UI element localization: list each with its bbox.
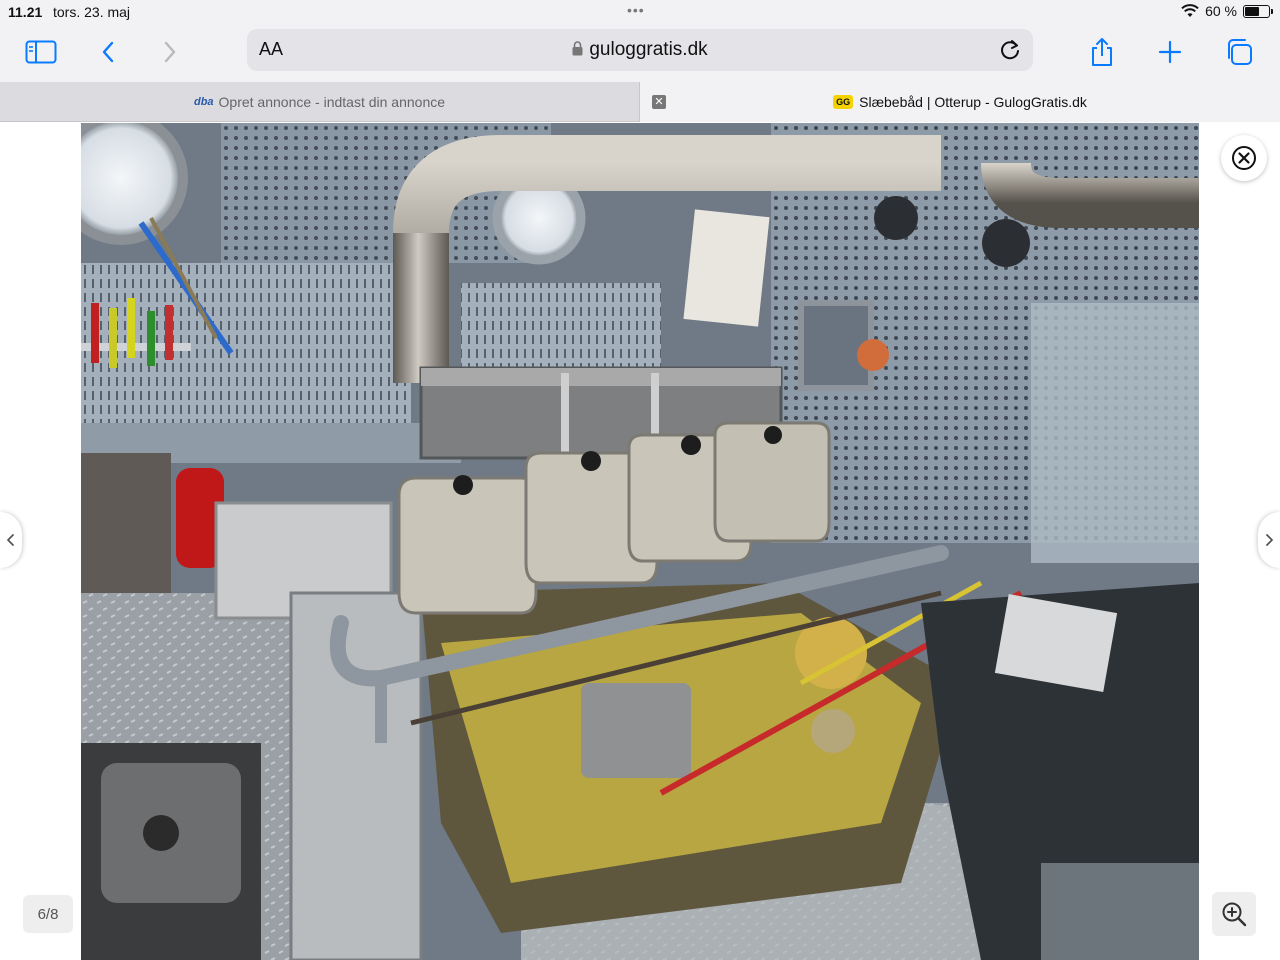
zoom-button[interactable]	[1212, 892, 1256, 936]
tab-dba[interactable]: dba Opret annonce - indtast din annonce	[0, 82, 640, 122]
battery-fill	[1245, 6, 1259, 16]
new-tab-button[interactable]	[1150, 32, 1190, 72]
chevron-left-icon	[7, 534, 14, 546]
status-indicators: 60 %	[1181, 3, 1273, 19]
plus-icon	[1158, 40, 1182, 64]
back-button[interactable]	[88, 32, 128, 72]
tab-close-icon[interactable]: ✕	[652, 95, 666, 109]
engine-room-photo[interactable]	[81, 123, 1199, 960]
close-viewer-button[interactable]	[1221, 135, 1267, 181]
status-time: 11.21	[8, 4, 43, 20]
forward-button[interactable]	[150, 32, 190, 72]
reload-button[interactable]	[997, 37, 1023, 63]
tab-guloggratis[interactable]: ✕ GG Slæbebåd | Otterup - GulogGratis.dk	[640, 82, 1280, 122]
sidebar-icon	[25, 40, 57, 64]
sidebar-button[interactable]	[21, 32, 61, 72]
share-button[interactable]	[1082, 32, 1122, 72]
status-bar: 11.21 tors. 23. maj ••• 60 %	[0, 0, 1280, 24]
multitasking-dots-icon[interactable]: •••	[627, 2, 645, 18]
browser-toolbar: AA guloggratis.dk	[0, 24, 1280, 82]
url-display[interactable]: guloggratis.dk	[247, 39, 1033, 61]
battery-percent: 60 %	[1205, 3, 1237, 19]
dba-favicon: dba	[193, 96, 214, 108]
tabs-icon	[1228, 39, 1252, 65]
previous-image-button[interactable]	[0, 512, 22, 568]
next-image-button[interactable]	[1258, 512, 1280, 568]
tab-title: Slæbebåd | Otterup - GulogGratis.dk	[859, 94, 1087, 110]
url-text: guloggratis.dk	[589, 39, 708, 60]
share-icon	[1092, 38, 1112, 66]
tab-bar: dba Opret annonce - indtast din annonce …	[0, 82, 1280, 122]
wifi-icon	[1181, 4, 1199, 17]
tab-title: Opret annonce - indtast din annonce	[218, 94, 446, 110]
gg-favicon: GG	[833, 95, 854, 109]
battery-icon	[1243, 4, 1273, 18]
chevron-right-icon	[164, 41, 176, 63]
status-date: tors. 23. maj	[53, 4, 131, 20]
image-counter: 6/8	[23, 895, 73, 933]
close-icon	[1232, 146, 1256, 170]
reload-icon	[1001, 40, 1019, 60]
image-viewer: 6/8	[0, 122, 1280, 960]
address-bar[interactable]: AA guloggratis.dk	[247, 29, 1033, 71]
chevron-left-icon	[102, 41, 114, 63]
chevron-right-icon	[1266, 534, 1273, 546]
zoom-in-icon	[1222, 902, 1247, 927]
tabs-overview-button[interactable]	[1219, 32, 1259, 72]
lock-icon	[572, 41, 583, 56]
